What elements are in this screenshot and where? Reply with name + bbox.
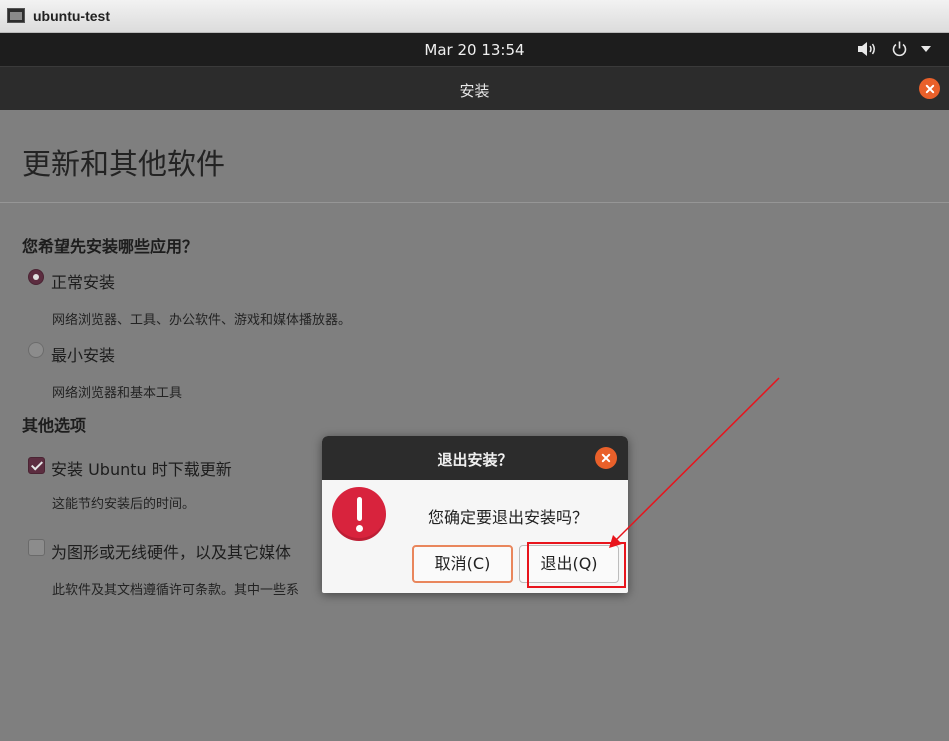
annotation-arrow [609,377,780,548]
